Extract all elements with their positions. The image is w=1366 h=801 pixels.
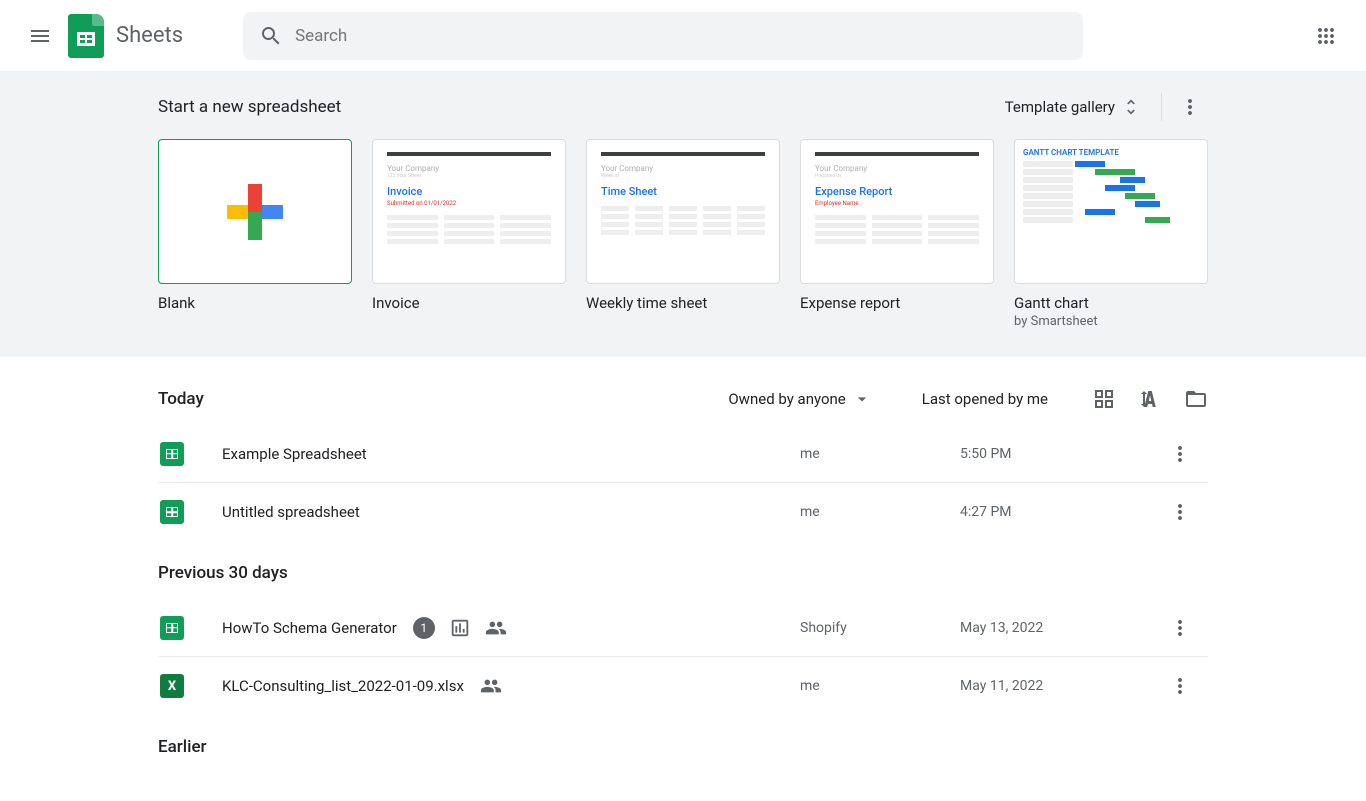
template-thumb: Your CompanyPrepared byExpense ReportEmp… (800, 139, 994, 284)
template-blank[interactable]: Blank (158, 139, 352, 329)
document-row[interactable]: Example Spreadsheet me 5:50 PM (158, 425, 1208, 483)
group-title-today: Today (158, 389, 204, 409)
app-name: Sheets (116, 23, 183, 48)
sheets-file-icon (160, 500, 184, 524)
shared-icon (480, 675, 502, 697)
grid-view-icon[interactable] (1092, 387, 1116, 411)
template-weekly-time-sheet[interactable]: Your CompanyWeek ofTime Sheet Weekly tim… (586, 139, 780, 329)
sort-label[interactable]: Last opened by me (922, 390, 1048, 408)
more-vert-icon (1178, 95, 1202, 119)
document-name: KLC-Consulting_list_2022-01-09.xlsx (222, 677, 464, 695)
search-container (243, 12, 1083, 60)
templates-row: Blank Your Company123 Your StreetInvoice… (158, 139, 1208, 329)
dropdown-icon (852, 389, 872, 409)
template-label: Invoice (372, 294, 566, 312)
excel-file-icon: X (160, 674, 184, 698)
document-owner: me (800, 446, 960, 462)
template-invoice[interactable]: Your Company123 Your StreetInvoiceSubmit… (372, 139, 566, 329)
folder-icon[interactable] (1184, 387, 1208, 411)
template-label: Blank (158, 294, 352, 312)
templates-section: Start a new spreadsheet Template gallery (0, 71, 1366, 357)
plus-icon (227, 184, 283, 240)
more-vert-icon (1168, 500, 1192, 524)
template-thumb: Your CompanyWeek ofTime Sheet (586, 139, 780, 284)
document-more-button[interactable] (1160, 500, 1200, 524)
document-more-button[interactable] (1160, 616, 1200, 640)
more-vert-icon (1168, 442, 1192, 466)
documents-section: Today Owned by anyone Last opened by me … (158, 357, 1208, 773)
document-badges: 1 (413, 617, 507, 639)
document-name: HowTo Schema Generator (222, 619, 397, 637)
separator (1161, 93, 1162, 121)
search-bar[interactable] (243, 12, 1083, 60)
document-badges (480, 675, 502, 697)
template-expense-report[interactable]: Your CompanyPrepared byExpense ReportEmp… (800, 139, 994, 329)
document-row[interactable]: HowTo Schema Generator 1 Shopify May 13,… (158, 599, 1208, 657)
document-owner: me (800, 504, 960, 520)
shared-icon (485, 617, 507, 639)
document-date: 5:50 PM (960, 446, 1160, 462)
document-row[interactable]: Untitled spreadsheet me 4:27 PM (158, 483, 1208, 541)
google-apps-button[interactable] (1302, 12, 1350, 60)
more-vert-icon (1168, 616, 1192, 640)
document-owner: Shopify (800, 620, 960, 636)
hamburger-icon (28, 24, 52, 48)
template-label: Weekly time sheet (586, 294, 780, 312)
document-date: May 13, 2022 (960, 620, 1160, 636)
count-badge: 1 (413, 617, 435, 639)
document-more-button[interactable] (1160, 674, 1200, 698)
sort-az-icon[interactable] (1138, 387, 1162, 411)
template-label: Gantt chart (1014, 294, 1208, 312)
template-gallery-button[interactable]: Template gallery (995, 91, 1151, 123)
template-thumb (158, 139, 352, 284)
document-date: 4:27 PM (960, 504, 1160, 520)
view-tools (1092, 387, 1208, 411)
document-date: May 11, 2022 (960, 678, 1160, 694)
owned-by-label: Owned by anyone (728, 390, 845, 408)
app-header: Sheets (0, 0, 1366, 71)
main-menu-button[interactable] (16, 12, 64, 60)
sheets-file-icon (160, 616, 184, 640)
document-more-button[interactable] (1160, 442, 1200, 466)
template-thumb: Your Company123 Your StreetInvoiceSubmit… (372, 139, 566, 284)
document-owner: me (800, 678, 960, 694)
documents-header: Today Owned by anyone Last opened by me (158, 377, 1208, 425)
template-thumb: GANTT CHART TEMPLATE (1014, 139, 1208, 284)
search-icon (259, 24, 283, 48)
more-vert-icon (1168, 674, 1192, 698)
sheets-file-icon (160, 442, 184, 466)
apps-script-icon (449, 617, 471, 639)
group-title-earlier: Earlier (158, 715, 1208, 773)
group-title-previous-30-days: Previous 30 days (158, 541, 1208, 599)
template-sublabel: by Smartsheet (1014, 314, 1208, 329)
templates-more-button[interactable] (1172, 89, 1208, 125)
template-label: Expense report (800, 294, 994, 312)
document-row[interactable]: X KLC-Consulting_list_2022-01-09.xlsx me… (158, 657, 1208, 715)
document-name: Example Spreadsheet (222, 445, 367, 463)
templates-title: Start a new spreadsheet (158, 97, 341, 117)
sheets-logo-icon (68, 14, 104, 58)
document-name: Untitled spreadsheet (222, 503, 360, 521)
template-gantt-chart[interactable]: GANTT CHART TEMPLATE Gantt chart by Smar… (1014, 139, 1208, 329)
unfold-icon (1121, 97, 1141, 117)
templates-header: Start a new spreadsheet Template gallery (158, 89, 1208, 125)
app-logo-block[interactable]: Sheets (68, 14, 183, 58)
owned-by-filter[interactable]: Owned by anyone (728, 389, 871, 409)
search-input[interactable] (295, 26, 1067, 46)
template-gallery-label: Template gallery (1005, 98, 1115, 116)
apps-grid-icon (1314, 24, 1338, 48)
